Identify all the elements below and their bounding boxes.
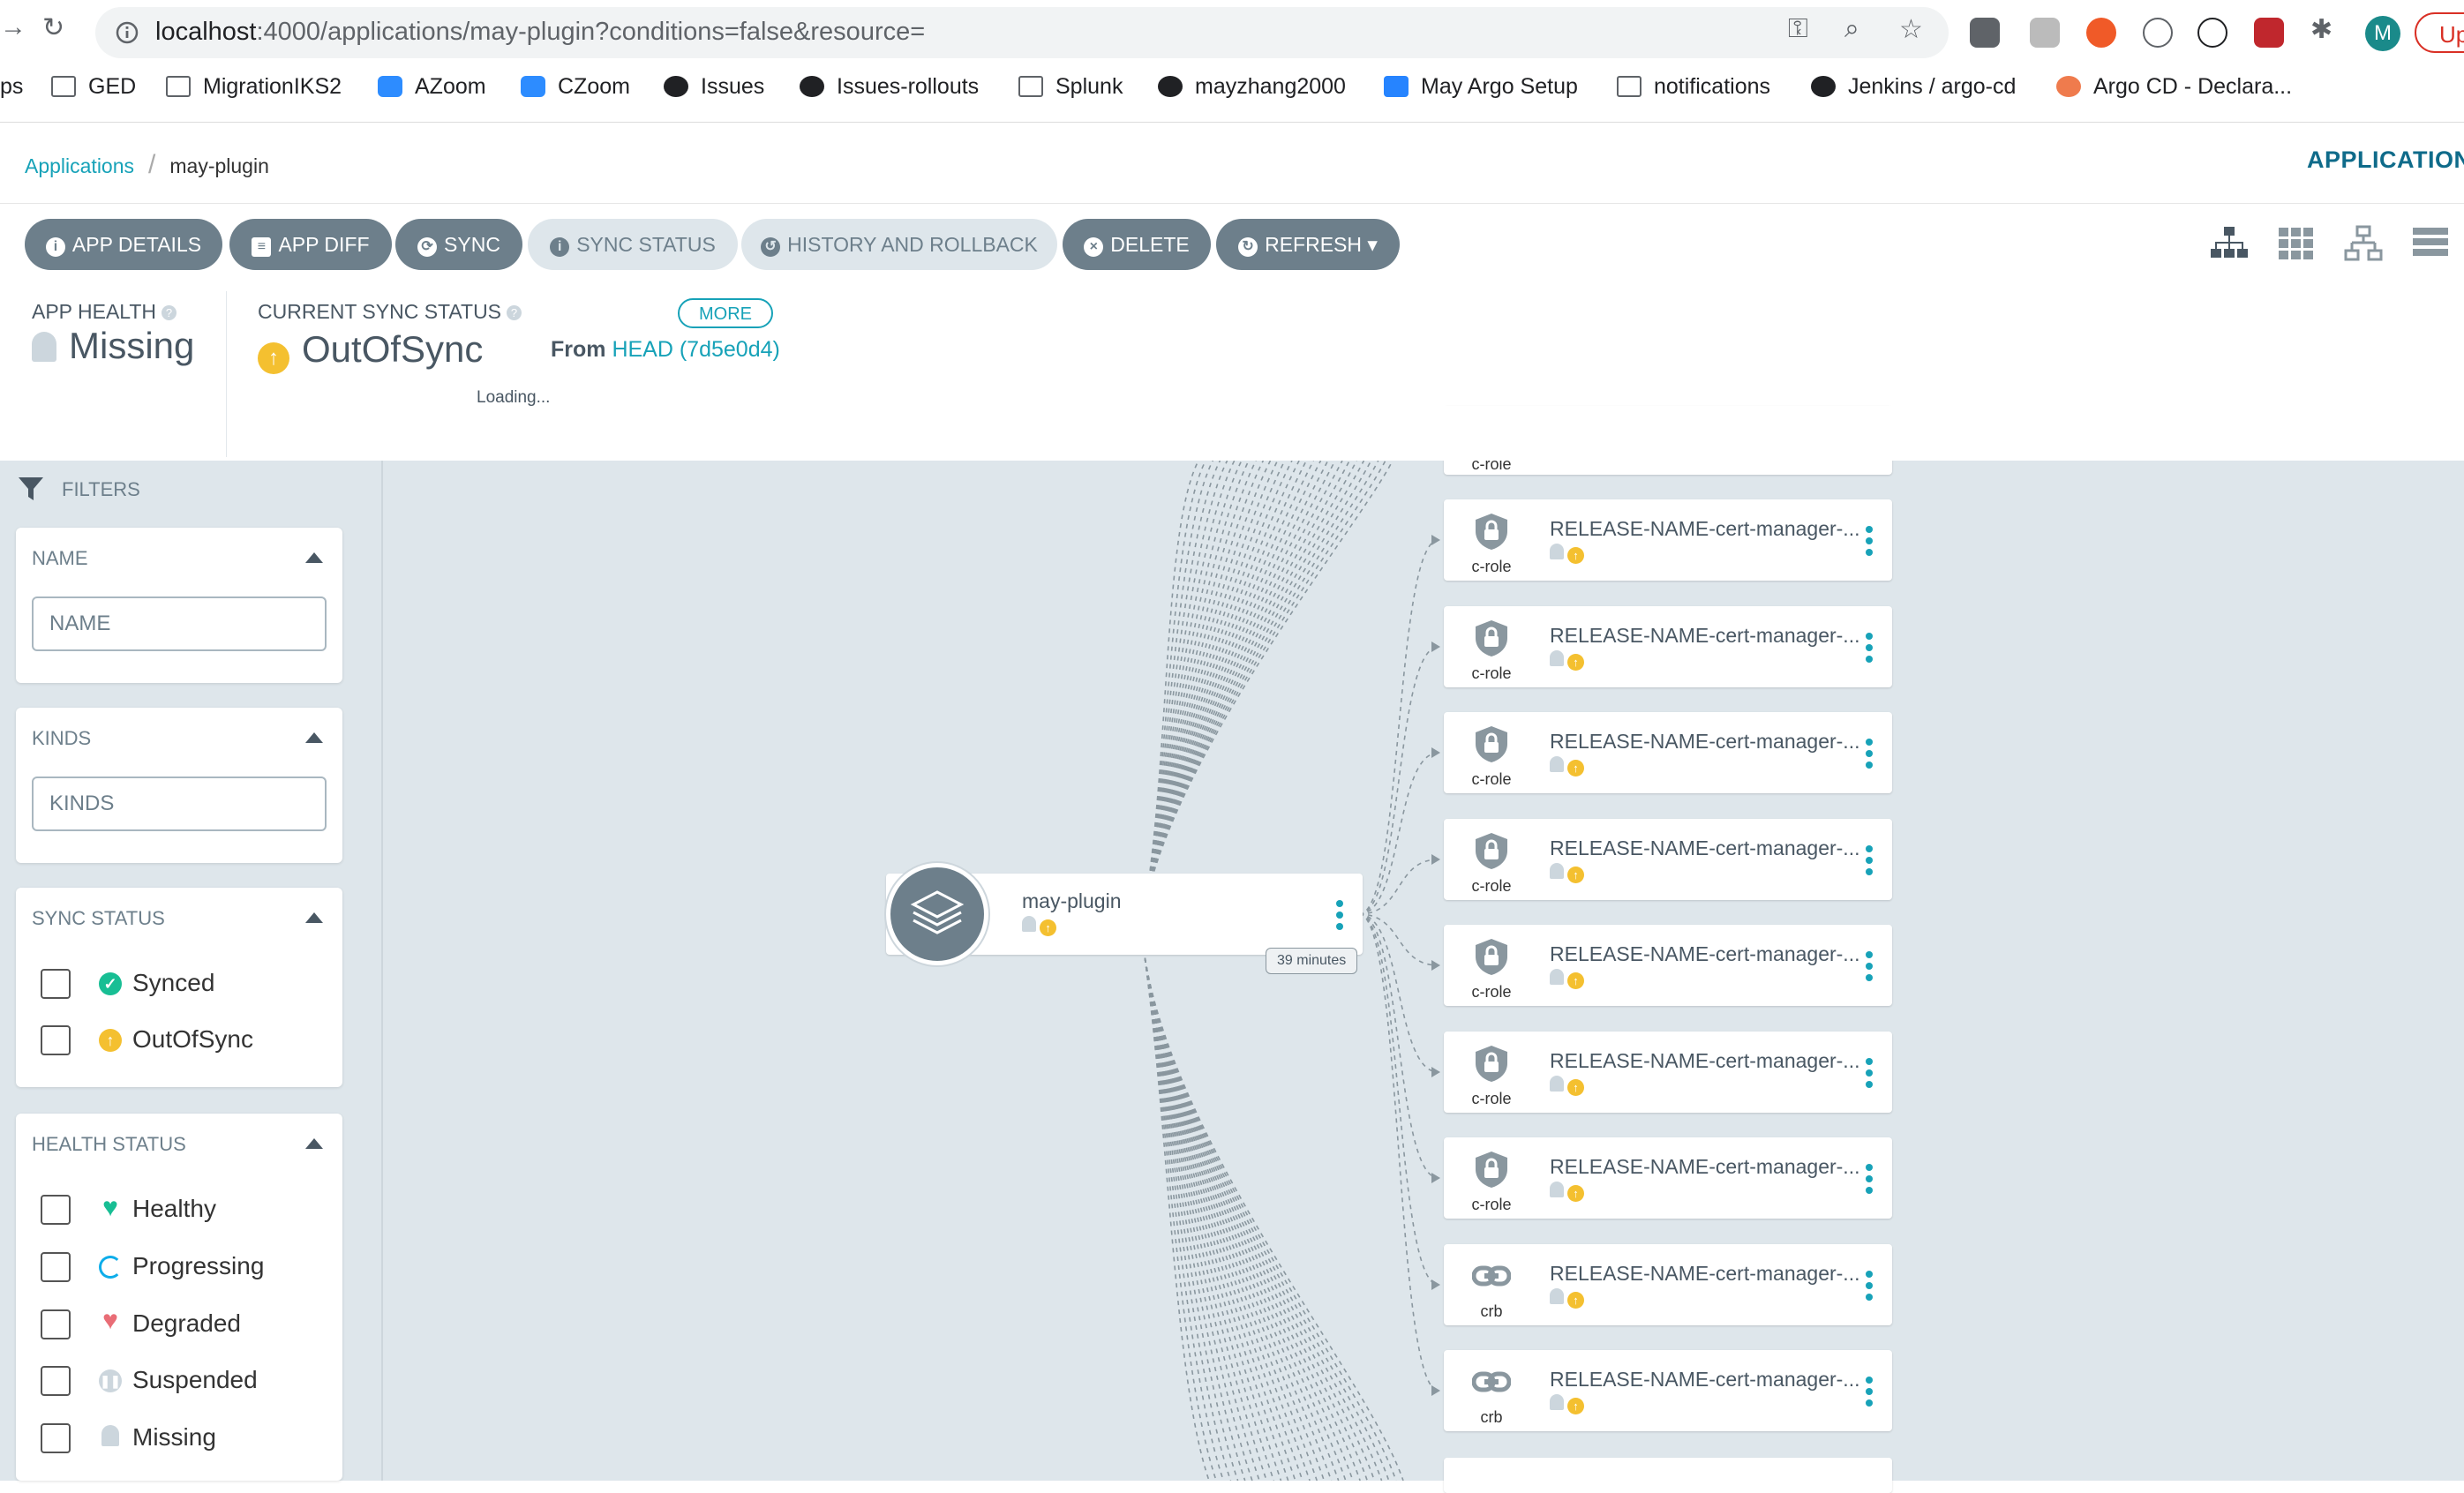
node-status: ↑ [1550,1182,1584,1202]
node-menu-icon[interactable] [1866,526,1873,560]
node-kind: c-role [1471,558,1512,575]
resource-node[interactable]: crb RELEASE-NAME-cert-manager-... ↑ [1444,1350,1892,1431]
node-menu-icon[interactable] [1866,951,1873,986]
ghost-icon [1022,916,1036,932]
arrow-up-circle-icon: ↑ [1567,972,1584,989]
resource-node[interactable]: c-role RELEASE-NAME-cert-manager-... ↑ [1444,499,1892,581]
link-icon [1472,1265,1511,1287]
node-menu-icon[interactable] [1866,845,1873,880]
node-name: RELEASE-NAME-cert-manager-... [1550,1049,1860,1072]
arrow-up-circle-icon: ↑ [1040,919,1056,936]
app-root-name: may-plugin [1022,889,1122,912]
node-kind: c-role [1471,664,1512,682]
resource-node[interactable]: c-role RELEASE-NAME-cert-manager-... ↑ [1444,606,1892,687]
status-panel-overlap [381,406,2464,461]
lock-shield-icon [1476,620,1507,656]
app-root-status: ↑ [1022,916,1056,936]
arrow-up-circle-icon: ↑ [1567,1292,1584,1309]
arrow-up-circle-icon: ↑ [1567,654,1584,671]
link-icon [1472,1371,1511,1392]
node-status: ↑ [1550,1394,1584,1414]
arrow-up-circle-icon: ↑ [1567,1079,1584,1096]
app-root-icon [886,863,988,965]
arrow-up-circle-icon: ↑ [1567,867,1584,883]
node-name: RELEASE-NAME-cert-manager-... [1550,730,1860,753]
node-menu-icon[interactable] [1866,1058,1873,1092]
layers-icon [910,890,965,934]
resource-node[interactable]: c-role RELEASE-NAME-cert-manager-... ↑ [1444,925,1892,1006]
ghost-icon [1550,756,1564,772]
resource-node[interactable]: c-role RELEASE-NAME-cert-manager-... ↑ [1444,1032,1892,1113]
graph-edges [1143,460,1440,1481]
node-kind: crb [1480,1302,1503,1320]
lock-shield-icon [1476,514,1507,550]
node-menu-icon[interactable] [1866,739,1873,773]
node-kind: c-role [1471,983,1512,1001]
resource-node[interactable]: c-role RELEASE-NAME-cert-manager-... ↑ [1444,1137,1892,1219]
node-kind: c-role [1471,770,1512,788]
node-name: RELEASE-NAME-cert-manager-... [1550,837,1860,859]
arrow-up-circle-icon: ↑ [1567,1398,1584,1414]
node-name: RELEASE-NAME-cert-manager-... [1550,1368,1860,1391]
node-kind: crb [1480,1408,1503,1426]
resource-node[interactable]: c-role RELEASE-NAME-cert-manager-... ↑ [1444,712,1892,793]
node-kind: c-role [1471,1196,1512,1213]
node-menu-icon[interactable] [1866,1271,1873,1305]
ghost-icon [1550,650,1564,666]
node-name: RELEASE-NAME-cert-manager-... [1550,624,1860,647]
app-root-menu-icon[interactable] [1336,900,1343,934]
arrow-up-circle-icon: ↑ [1567,760,1584,777]
node-name: RELEASE-NAME-cert-manager-... [1550,1155,1860,1178]
node-status: ↑ [1550,650,1584,671]
node-status: ↑ [1550,756,1584,777]
resource-node-partial[interactable] [1444,1458,1892,1493]
ghost-icon [1550,1182,1564,1197]
node-menu-icon[interactable] [1866,1164,1873,1198]
ghost-icon [1550,1076,1564,1092]
resource-node[interactable]: c-role RELEASE-NAME-cert-manager-... ↑ [1444,819,1892,900]
lock-shield-icon [1476,1046,1507,1082]
node-name: RELEASE-NAME-cert-manager-... [1550,1262,1860,1285]
lock-shield-icon [1476,1152,1507,1188]
ghost-icon [1550,544,1564,559]
arrow-up-circle-icon: ↑ [1567,1185,1584,1202]
resource-node[interactable]: crb RELEASE-NAME-cert-manager-... ↑ [1444,1244,1892,1325]
ghost-icon [1550,1288,1564,1304]
app-root-age-badge: 39 minutes [1266,948,1358,974]
lock-shield-icon [1476,939,1507,975]
lock-shield-icon [1476,726,1507,762]
node-status: ↑ [1550,1288,1584,1309]
node-name: RELEASE-NAME-cert-manager-... [1550,517,1860,540]
ghost-icon [1550,863,1564,879]
node-status: ↑ [1550,1076,1584,1096]
node-menu-icon[interactable] [1866,1377,1873,1411]
node-status: ↑ [1550,969,1584,989]
node-status: ↑ [1550,863,1584,883]
node-kind: c-role [1471,877,1512,895]
arrow-up-circle-icon: ↑ [1567,547,1584,564]
node-menu-icon[interactable] [1866,633,1873,667]
node-status: ↑ [1550,544,1584,564]
lock-shield-icon [1476,833,1507,869]
node-kind: c-role [1471,1090,1512,1107]
node-name: RELEASE-NAME-cert-manager-... [1550,942,1860,965]
ghost-icon [1550,969,1564,985]
ghost-icon [1550,1394,1564,1410]
